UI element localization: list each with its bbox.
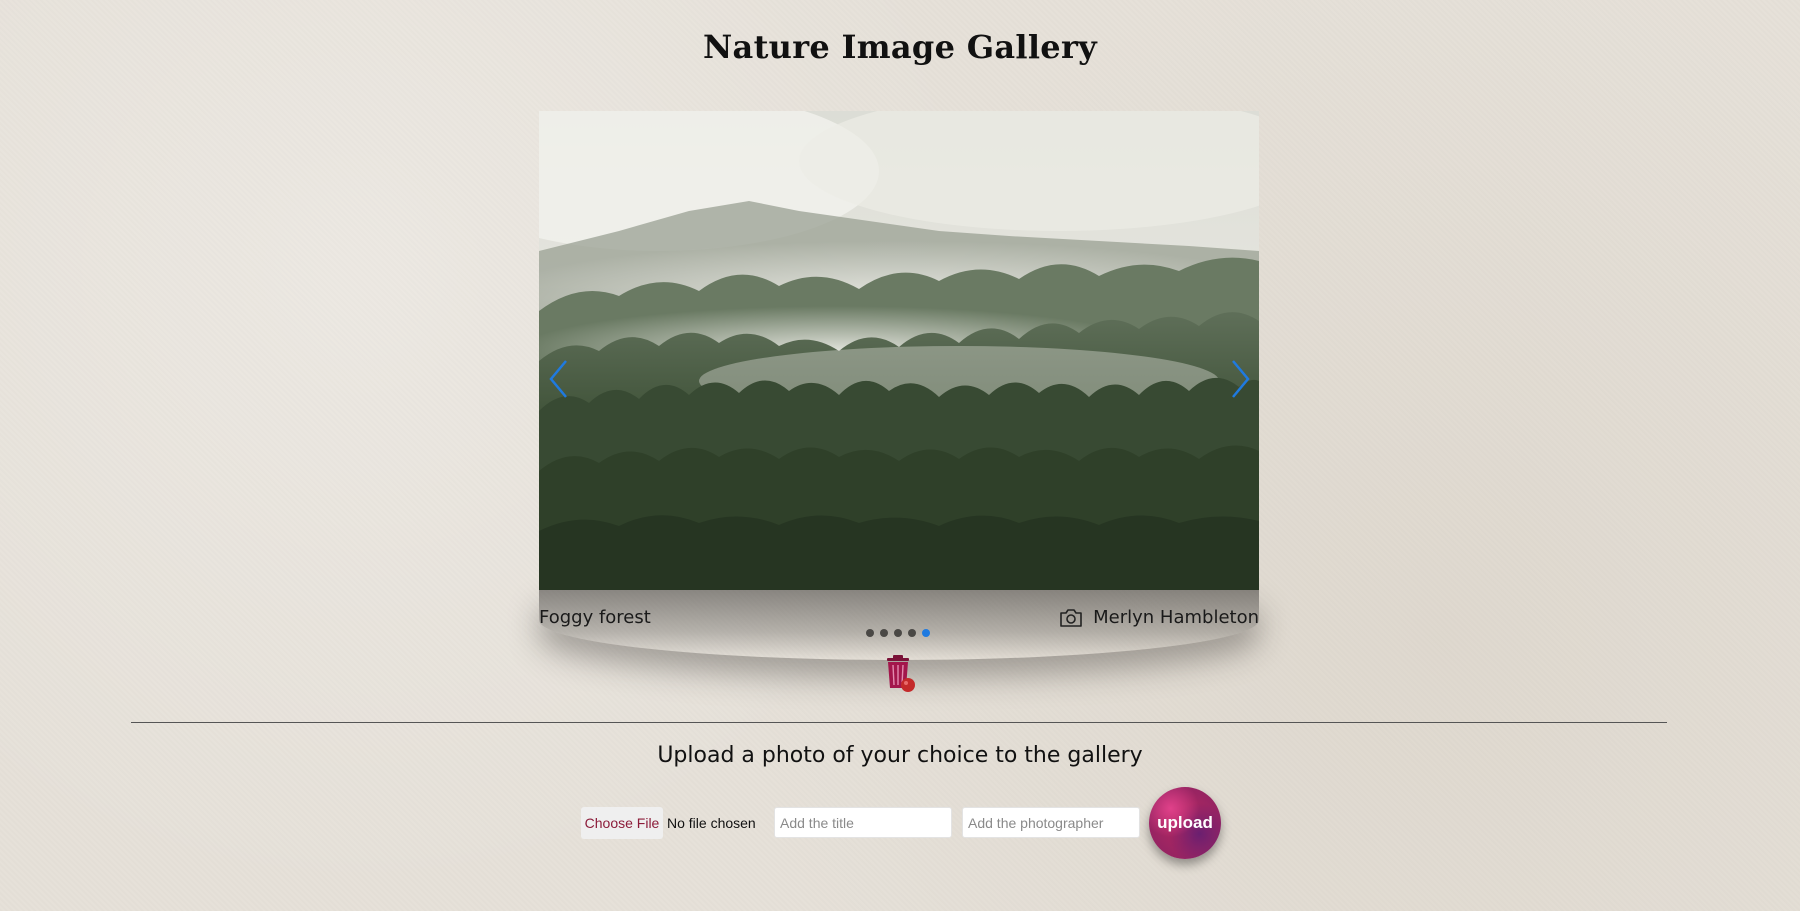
photographer-name: Merlyn Hambleton (1093, 607, 1259, 628)
slide-dot-1[interactable] (866, 629, 874, 637)
upload-heading: Upload a photo of your choice to the gal… (657, 743, 1143, 768)
slide-indicators (866, 629, 930, 637)
gallery-slideshow (539, 111, 1259, 591)
chevron-left-icon[interactable] (546, 357, 572, 401)
slide-dot-5[interactable] (922, 629, 930, 637)
image-photographer: Merlyn Hambleton (1059, 607, 1259, 628)
choose-file-button[interactable]: Choose File (581, 807, 663, 839)
title-input[interactable] (774, 807, 952, 838)
camera-icon (1060, 608, 1082, 627)
image-title: Foggy forest (539, 607, 651, 628)
slide-dot-2[interactable] (880, 629, 888, 637)
page-title: Nature Image Gallery (702, 28, 1097, 66)
photographer-input[interactable] (962, 807, 1140, 838)
slide-dot-4[interactable] (908, 629, 916, 637)
chevron-right-icon[interactable] (1227, 357, 1253, 401)
slide-dot-3[interactable] (894, 629, 902, 637)
gallery-photo (539, 111, 1259, 590)
trash-icon[interactable] (881, 655, 919, 695)
file-status: No file chosen (667, 815, 756, 831)
upload-button[interactable]: upload (1149, 787, 1221, 859)
section-divider (131, 722, 1667, 723)
